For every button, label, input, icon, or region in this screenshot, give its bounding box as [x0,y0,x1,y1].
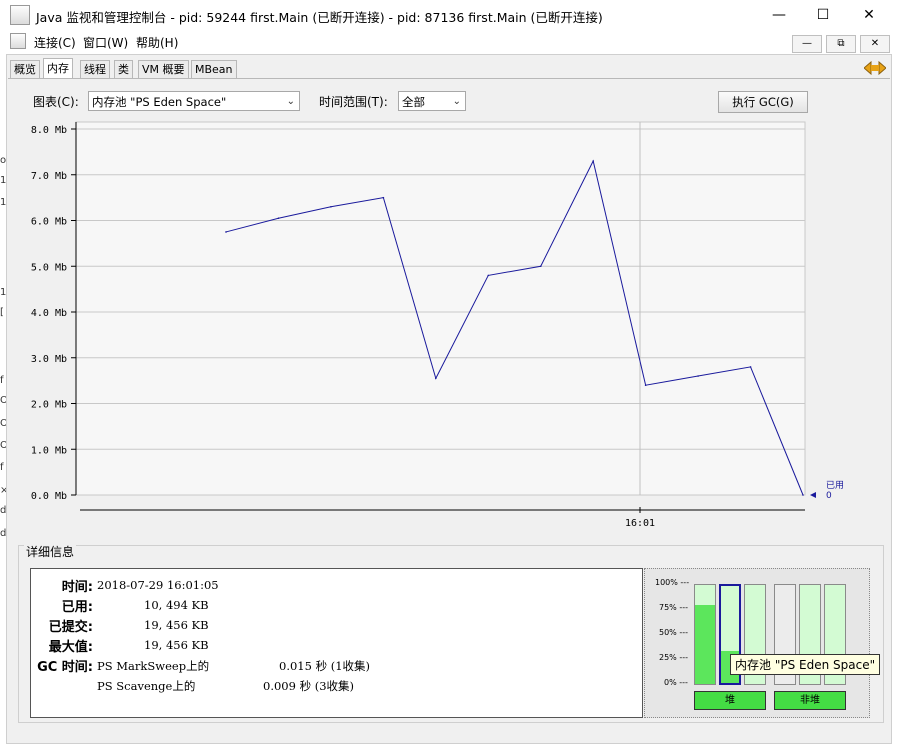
tab-overview[interactable]: 概览 [10,60,40,79]
series-point [487,274,490,277]
time-range-value: 全部 [402,95,425,109]
background-fragment: f [0,375,4,386]
y-tick-label: 5.0 Mb [31,262,67,273]
tab-threads[interactable]: 线程 [80,60,110,79]
time-value: 2018-07-29 16:01:05 [97,578,219,592]
details-title: 详细信息 [24,543,77,560]
committed-value: 19, 456 KB [144,618,209,632]
committed-label: 已提交: [48,620,93,635]
series-point [539,265,542,268]
y-tick-label: 0.0 Mb [31,491,67,502]
menu-connection[interactable]: 连接(C) [34,34,76,51]
pct-label-75: 75% --- [659,603,688,612]
series-point [644,384,647,387]
frame-minimize-button[interactable]: — [792,35,822,53]
plot-area [75,121,806,496]
legend-used-value: 0 [826,491,832,501]
window-title: Java 监视和管理控制台 - pid: 59244 first.Main (已… [36,10,603,25]
frame-restore-button[interactable]: ⧉ [826,35,856,53]
tab-vm-summary[interactable]: VM 概要 [138,60,189,79]
gc-markSweep-name: PS MarkSweep上的 [97,659,210,673]
legend-used-label: 已用 [826,480,844,491]
memory-chart: 8.0 Mb 7.0 Mb 6.0 Mb 5.0 Mb 4.0 Mb 3.0 Mb 2.0 … [18,118,868,538]
maximize-button[interactable]: ☐ [800,0,846,30]
tab-scroll-arrows-icon[interactable] [863,60,887,76]
time-range-selector[interactable]: 全部 ⌄ [398,91,466,111]
series-point [382,196,385,199]
max-label: 最大值: [48,640,93,655]
pct-label-0: 0% --- [664,678,688,687]
y-tick-label: 4.0 Mb [31,308,67,319]
chart-selector-label: 图表(C): [33,95,79,109]
heap-label[interactable]: 堆 [694,691,766,710]
y-tick-label: 1.0 Mb [31,445,67,456]
gc-markSweep-value: 0.015 秒 (1收集) [279,659,371,673]
max-value: 19, 456 KB [144,638,209,652]
background-fragment: f [0,462,4,473]
perform-gc-button[interactable]: 执行 GC(G) [718,91,808,113]
chart-selector[interactable]: 内存池 "PS Eden Space" ⌄ [88,91,300,111]
series-point [592,160,594,162]
time-range-label: 时间范围(T): [319,95,388,109]
series-point [802,494,804,496]
minimize-button[interactable]: — [756,0,802,30]
y-tick-label: 6.0 Mb [31,217,67,228]
gc-scavenge-name: PS Scavenge上的 [97,679,196,693]
time-label: 时间: [61,580,93,595]
details-info-area: 时间: 2018-07-29 16:01:05 已用: 10, 494 KB 已… [30,568,643,718]
y-tick-label: 7.0 Mb [31,171,67,182]
pct-label-50: 50% --- [659,628,688,637]
series-point [749,366,752,368]
menu-window[interactable]: 窗口(W) [83,34,128,51]
frame-close-button[interactable]: ✕ [860,35,890,53]
pool-tooltip: 内存池 "PS Eden Space" [730,654,881,675]
series-point [277,217,280,220]
pct-label-25: 25% --- [659,653,688,662]
background-fragment: [ [0,307,4,318]
series-point [697,375,699,377]
pct-label-100: 100% --- [655,578,690,587]
gc-scavenge-value: 0.009 秒 (3收集) [263,679,355,693]
used-value: 10, 494 KB [144,598,209,612]
pool-bar-heap-old-gen[interactable] [694,584,716,685]
menu-bar: 连接(C) 窗口(W) 帮助(H) [6,30,892,52]
pool-fill [695,604,715,684]
x-tick-label: 16:01 [625,518,655,529]
menu-help[interactable]: 帮助(H) [136,34,178,51]
internal-frame-icon [10,33,26,49]
chevron-down-icon: ⌄ [452,96,461,107]
y-tick-label: 2.0 Mb [31,400,67,411]
tab-classes[interactable]: 类 [114,60,133,79]
tab-memory[interactable]: 内存 [43,58,73,79]
used-label: 已用: [61,600,93,615]
y-tick-label: 8.0 Mb [31,125,67,136]
nonheap-label[interactable]: 非堆 [774,691,846,710]
y-tick-label: 3.0 Mb [31,354,67,365]
chevron-down-icon: ⌄ [286,96,295,107]
chart-selector-value: 内存池 "PS Eden Space" [92,95,227,109]
close-button[interactable]: ✕ [846,0,892,30]
series-point [330,205,332,208]
series-point [225,231,227,233]
java-app-icon [10,5,30,25]
window-title-bar[interactable]: Java 监视和管理控制台 - pid: 59244 first.Main (已… [0,0,900,30]
tab-mbean[interactable]: MBean [191,60,237,79]
gc-time-label: GC 时间: [37,660,93,675]
series-point [435,377,437,380]
